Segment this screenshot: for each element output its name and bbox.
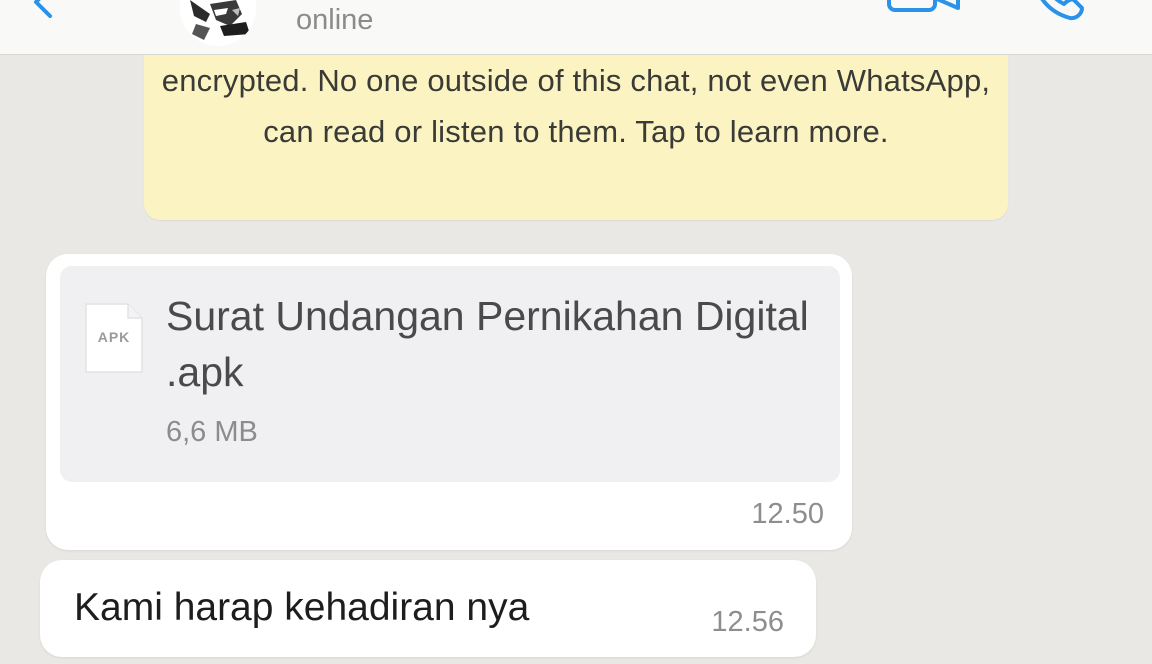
apk-file-icon: APK xyxy=(84,302,144,374)
text-message-bubble[interactable]: Kami harap kehadiran nya 12.56 xyxy=(40,560,816,657)
chat-area[interactable]: encrypted. No one outside of this chat, … xyxy=(0,55,1152,664)
file-message-bubble[interactable]: APK Surat Undangan Pernikahan Digital .a… xyxy=(46,254,852,550)
file-name: Surat Undangan Pernikahan Digital .apk xyxy=(166,293,809,395)
message-timestamp: 12.50 xyxy=(751,498,824,530)
message-timestamp: 12.56 xyxy=(711,606,784,638)
phone-icon[interactable] xyxy=(1030,0,1086,22)
chat-header: online xyxy=(0,0,1152,55)
file-size: 6,6 MB xyxy=(166,416,258,448)
video-camera-icon[interactable] xyxy=(886,0,962,20)
chevron-left-icon[interactable] xyxy=(28,0,60,18)
message-text: Kami harap kehadiran nya xyxy=(74,586,530,629)
avatar[interactable] xyxy=(180,0,256,46)
file-type-label: APK xyxy=(97,329,131,345)
encryption-notice-text: encrypted. No one outside of this chat, … xyxy=(161,63,991,149)
file-attachment[interactable]: APK Surat Undangan Pernikahan Digital .a… xyxy=(60,266,840,482)
contact-status: online xyxy=(296,4,374,36)
encryption-notice[interactable]: encrypted. No one outside of this chat, … xyxy=(144,55,1008,220)
